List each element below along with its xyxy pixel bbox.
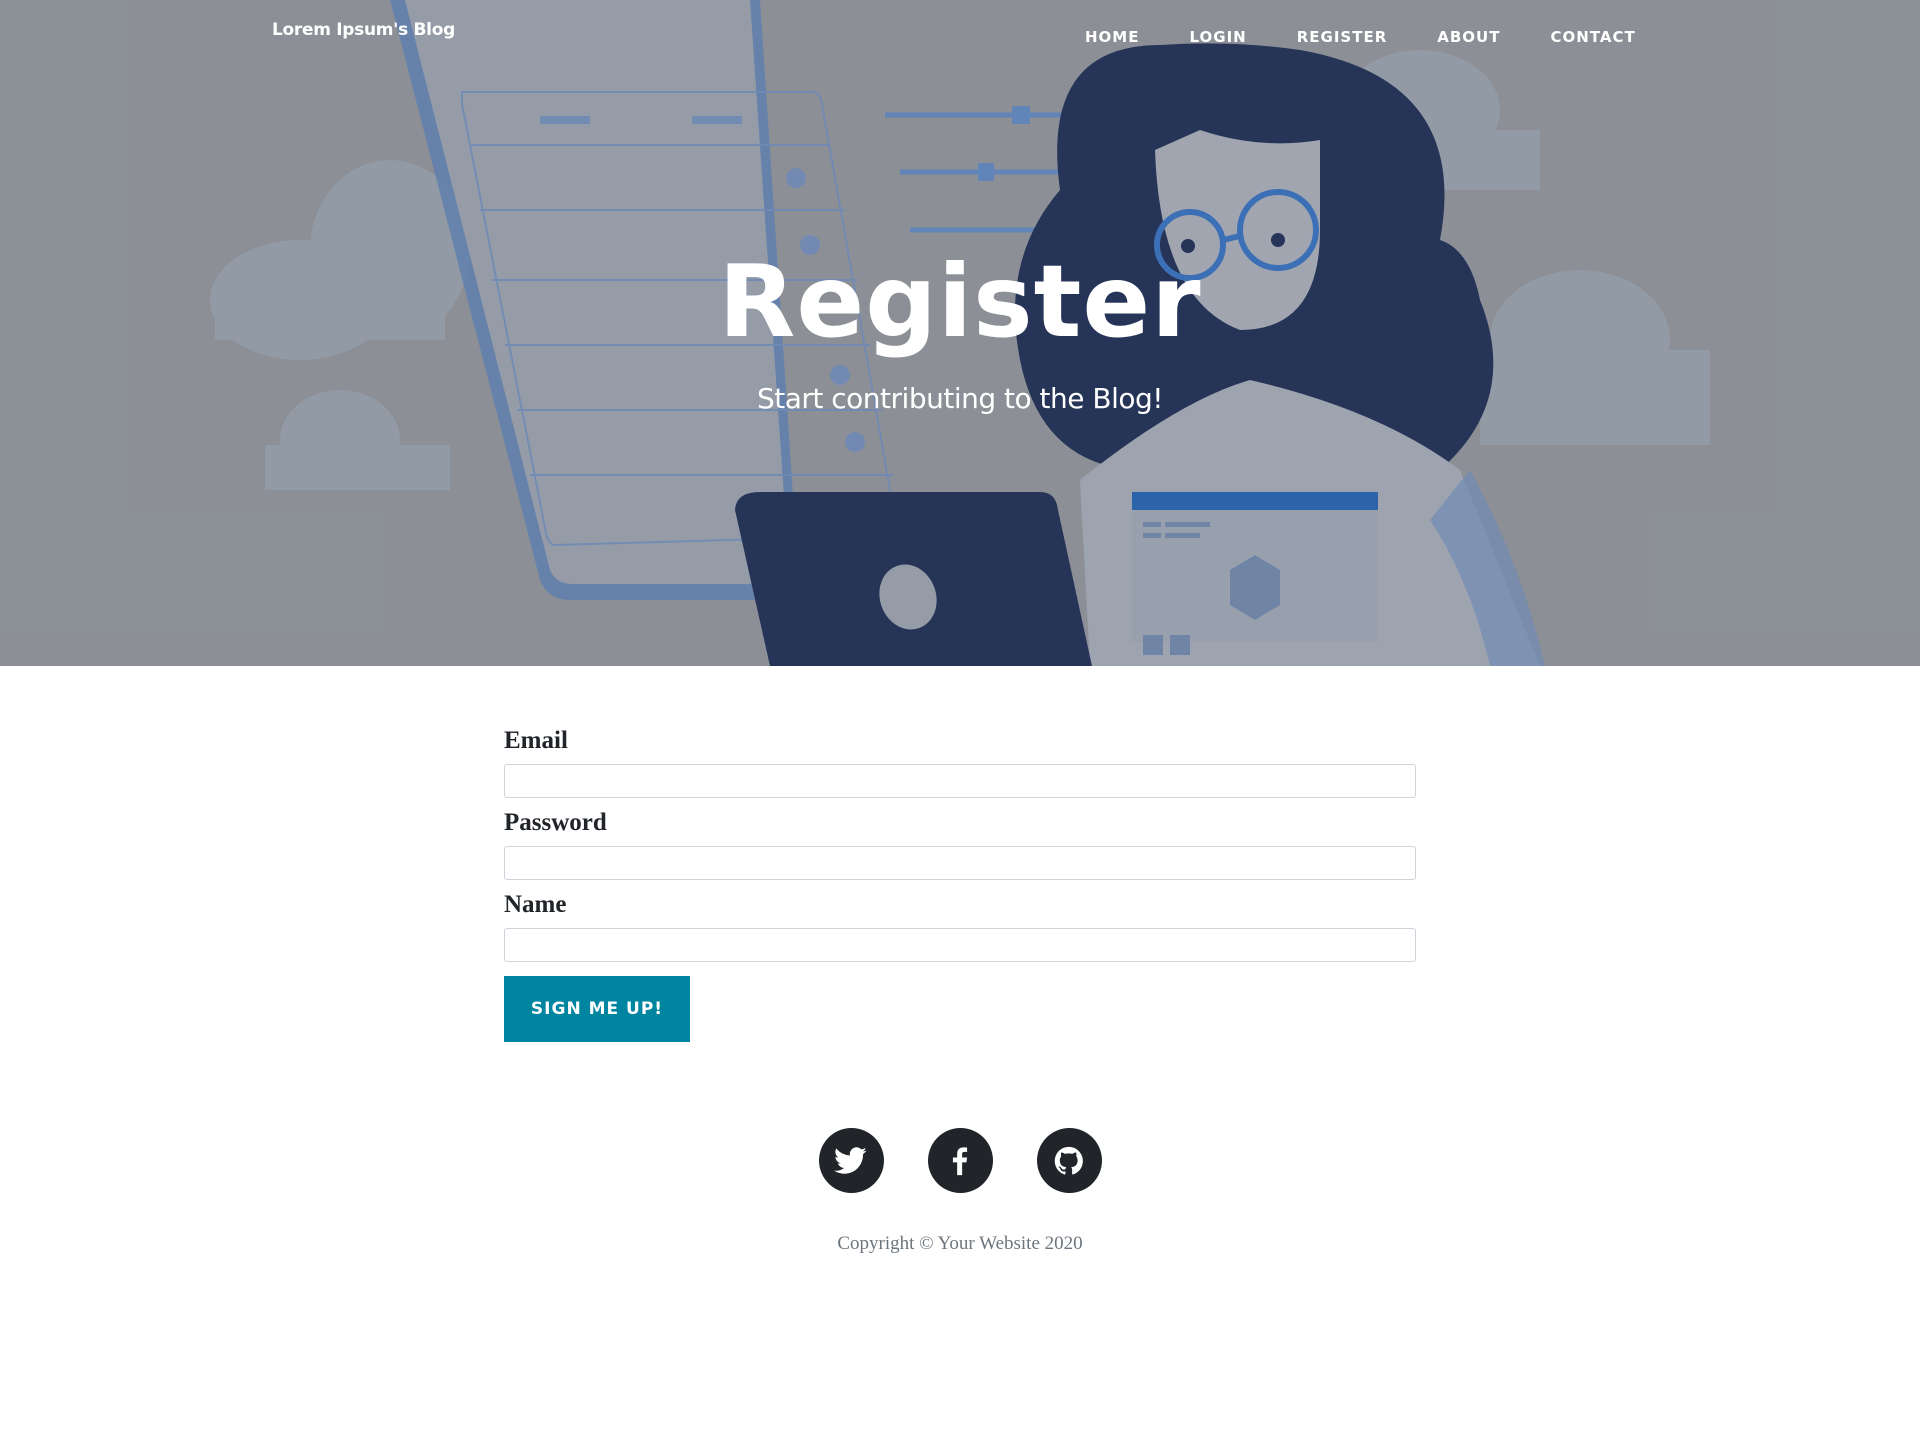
main-nav: HOME LOGIN REGISTER ABOUT CONTACT (1060, 28, 1661, 46)
nav-item-register[interactable]: REGISTER (1272, 28, 1413, 46)
email-label: Email (504, 727, 568, 754)
navbar-brand[interactable]: Lorem Ipsum's Blog (272, 20, 455, 40)
email-group: Email (504, 726, 1416, 798)
password-field[interactable] (504, 846, 1416, 880)
nav-item-home[interactable]: HOME (1060, 28, 1164, 46)
copyright-text: Copyright © Your Website 2020 (837, 1233, 1083, 1254)
page-subtitle: Start contributing to the Blog! (756, 382, 1164, 415)
page-title: Register (718, 243, 1202, 360)
social-links (0, 1128, 1920, 1193)
facebook-link[interactable] (927, 1128, 993, 1193)
nav-item-about[interactable]: ABOUT (1412, 28, 1525, 46)
facebook-icon (952, 1146, 968, 1175)
name-label: Name (504, 891, 567, 918)
github-icon (1054, 1146, 1083, 1174)
name-group: Name (504, 890, 1416, 962)
twitter-link[interactable] (818, 1128, 884, 1193)
page-header: Lorem Ipsum's Blog HOME LOGIN REGISTER A… (0, 0, 1920, 666)
register-form: Email Password Name SIGN ME UP! (504, 726, 1416, 1042)
twitter-icon (834, 1146, 867, 1174)
nav-item-login[interactable]: LOGIN (1164, 28, 1271, 46)
name-field[interactable] (504, 928, 1416, 962)
email-field[interactable] (504, 764, 1416, 798)
github-link[interactable] (1036, 1128, 1102, 1193)
password-label: Password (504, 809, 607, 836)
sign-up-button[interactable]: SIGN ME UP! (504, 976, 690, 1042)
nav-item-contact[interactable]: CONTACT (1525, 28, 1660, 46)
password-group: Password (504, 808, 1416, 880)
